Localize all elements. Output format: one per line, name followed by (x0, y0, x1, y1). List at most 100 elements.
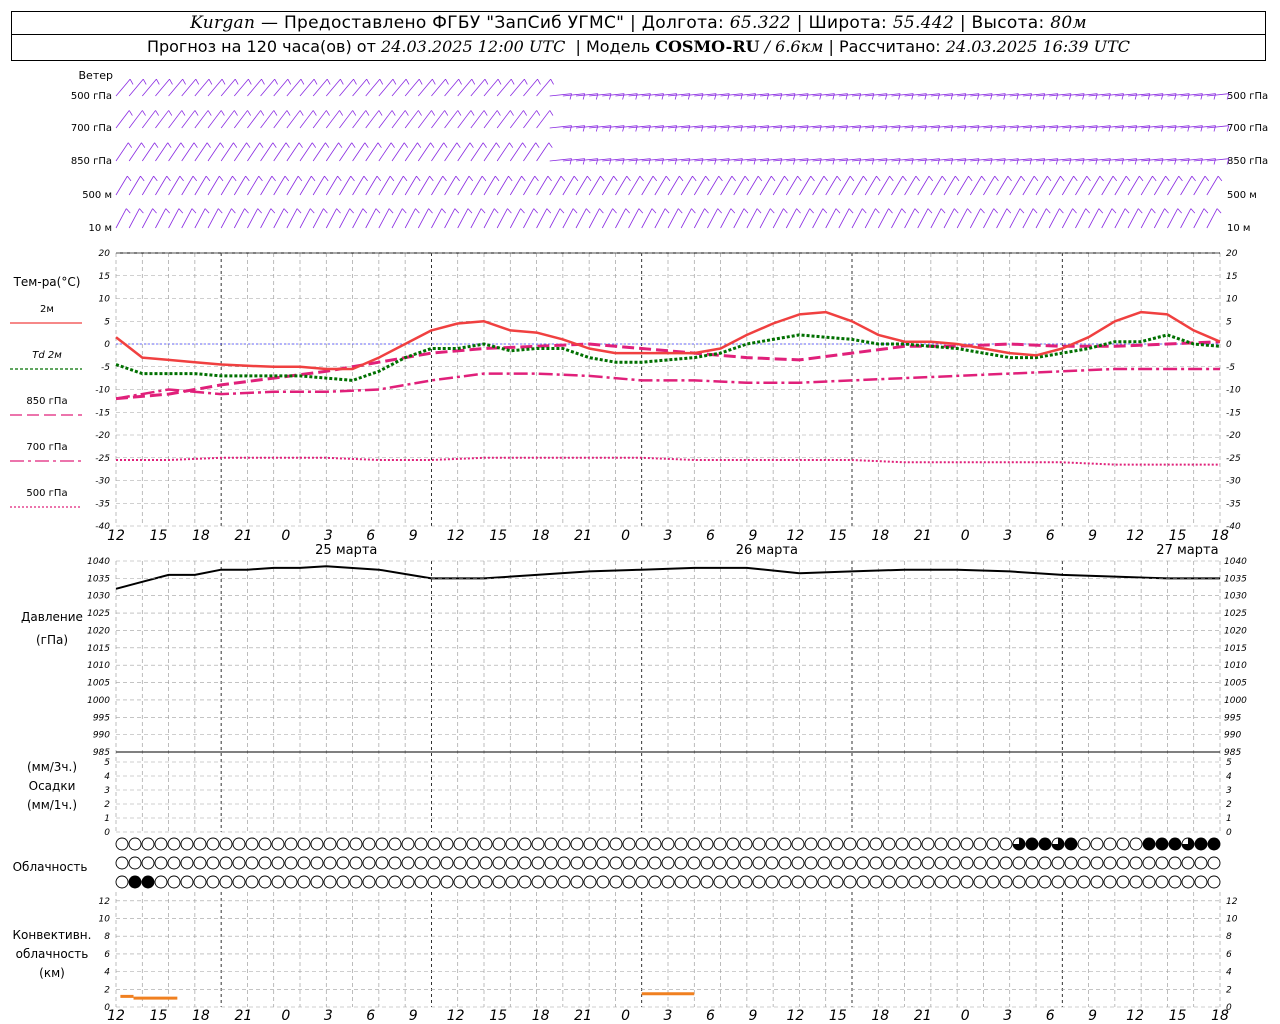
wind-barb-flag (639, 175, 644, 182)
cloud-cover-symbol (141, 856, 155, 870)
x-tick-label: 3 (324, 528, 333, 544)
cloud-cover-symbol (180, 837, 194, 851)
wind-barb-shaft (128, 208, 140, 229)
pressure-tick-right: 985 (1224, 748, 1241, 758)
wind-barb (799, 208, 814, 229)
cloud-circle (570, 837, 584, 851)
wind-barb (339, 175, 355, 196)
wind-barb-flag (1095, 158, 1098, 165)
wind-barb-flag (924, 158, 927, 165)
cloud-circle (492, 837, 506, 851)
wind-barb-shaft (378, 142, 392, 162)
wind-barb-flag (1203, 208, 1209, 214)
cloud-circle (180, 856, 194, 870)
wind-barb (549, 93, 572, 100)
cloud-circle (921, 837, 935, 851)
pressure-unit: (гПа) (36, 633, 68, 647)
x-tick-label: 9 (1088, 528, 1097, 544)
cloud-circle (752, 837, 766, 851)
wind-barb-flag (1151, 208, 1156, 214)
wind-barb-flag (1164, 208, 1169, 214)
cloud-cover-symbol (687, 875, 701, 889)
cloud-circle (193, 875, 207, 889)
cloud-circle (713, 856, 727, 870)
cloud-circle (726, 875, 740, 889)
wind-barb (247, 208, 262, 229)
wind-barb-flag (206, 142, 211, 148)
wind-barb-shaft (799, 175, 812, 196)
wind-barb-flag (365, 110, 370, 116)
wind-barb-flag (810, 175, 815, 182)
cloud-circle (999, 837, 1013, 851)
wind-barb (365, 142, 382, 162)
x-tick-label-bottom: 18 (192, 1008, 210, 1024)
cloud-circle (375, 837, 389, 851)
wind-barb-flag (1147, 93, 1151, 100)
temp-tick-right: 10 (1226, 295, 1238, 305)
cloud-cover-symbol (908, 875, 922, 889)
wind-barb (1061, 208, 1077, 229)
wind-barb (983, 175, 999, 196)
wind-barb (562, 208, 578, 229)
x-tick-label: 3 (664, 528, 673, 544)
wind-barb-flag (484, 78, 489, 85)
wind-barb-flag (757, 175, 763, 182)
x-tick-label-bottom: 12 (107, 1008, 125, 1024)
wind-barb-flag (661, 93, 664, 100)
wind-barb-shaft (1193, 175, 1206, 196)
wind-barb-flag (431, 110, 436, 116)
cloud-circle (843, 856, 857, 870)
wind-barb-shaft (339, 175, 352, 196)
wind-barb-flag (536, 110, 541, 116)
cloud-cover-symbol (180, 875, 194, 889)
wind-barb-flag (1174, 125, 1177, 132)
cloud-circle (206, 856, 220, 870)
wind-level-label: 10 м (89, 223, 112, 234)
cloud-cover-symbol (258, 856, 272, 870)
wind-barb-flag (559, 208, 565, 214)
cloud-cover-symbol (258, 837, 272, 851)
pressure-tick-left: 1000 (87, 696, 110, 706)
wind-barb (1127, 208, 1143, 229)
wind-barb-shaft (1140, 175, 1153, 196)
wind-barb-flag (665, 175, 671, 182)
wind-barb-shaft (825, 208, 837, 229)
wind-barb (181, 110, 199, 129)
temp-legend-label: 700 гПа (26, 442, 67, 453)
wind-level-label: 500 м (82, 190, 112, 201)
wind-barb (733, 175, 750, 196)
wind-barb (825, 208, 841, 229)
wind-barb-flag (766, 158, 770, 165)
date-label: 26 марта (736, 543, 798, 558)
wind-barb-flag (1060, 175, 1065, 182)
wind-barb-shaft (431, 142, 445, 162)
cloud-circle (1155, 856, 1169, 870)
wind-barb-flag (286, 110, 291, 116)
x-tick-label-bottom: 12 (447, 1008, 465, 1024)
wind-barb (444, 142, 461, 162)
wind-level-label-right: 10 м (1227, 223, 1250, 234)
cloud-circle (258, 856, 272, 870)
wind-barb (457, 175, 474, 196)
wind-barb-flag (417, 142, 422, 148)
wind-barb-flag (968, 175, 973, 182)
wind-barb-flag (885, 158, 888, 165)
cloud-cover-symbol (726, 837, 740, 851)
cloud-cover-symbol (518, 837, 532, 851)
cloud-cover-symbol (219, 875, 233, 889)
wind-barb (549, 175, 566, 196)
wind-barb-flag (457, 110, 462, 116)
cloud-cover-symbol (843, 875, 857, 889)
wind-barb-flag (537, 78, 541, 85)
wind-barb-flag (836, 175, 842, 182)
cloud-circle (583, 837, 597, 851)
date-label: 25 марта (315, 543, 377, 558)
wind-barb-shaft (969, 208, 981, 229)
cloud-cover-symbol (297, 856, 311, 870)
wind-barb-flag (911, 93, 914, 100)
wind-barb (996, 208, 1012, 229)
wind-barb (470, 142, 487, 162)
cloud-cover-symbol (1012, 837, 1026, 851)
cloud-circle (960, 837, 974, 851)
wind-barb-flag (1187, 93, 1190, 100)
